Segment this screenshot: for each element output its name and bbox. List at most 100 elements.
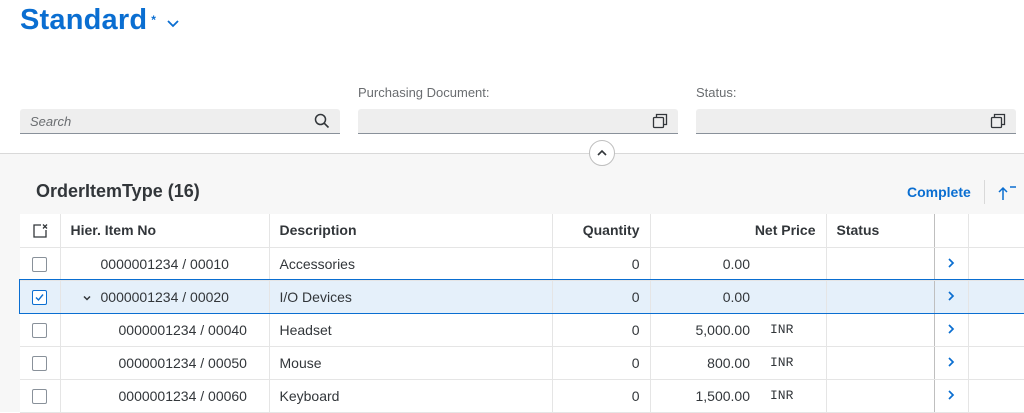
description-cell: Mouse bbox=[269, 346, 553, 380]
filter-bar: Standard * Purchasing Document: Status: bbox=[0, 0, 1024, 153]
select-all-icon[interactable] bbox=[32, 223, 48, 239]
row-select-cell[interactable] bbox=[20, 379, 61, 413]
search-icon[interactable] bbox=[314, 113, 330, 129]
net-price-cell: 0.00 bbox=[650, 280, 760, 314]
description-cell: Accessories bbox=[269, 247, 553, 281]
currency-cell bbox=[760, 247, 827, 281]
status-cell bbox=[826, 346, 935, 380]
column-header-nav bbox=[934, 214, 969, 248]
chevron-right-icon[interactable] bbox=[946, 257, 956, 269]
status-cell bbox=[826, 247, 935, 281]
purchasing-document-label: Purchasing Document: bbox=[358, 85, 490, 100]
table-title: OrderItemType (16) bbox=[36, 181, 200, 201]
row-checkbox[interactable] bbox=[32, 355, 48, 371]
table-row[interactable]: 0000001234 / 00020 I/O Devices 0 0.00 bbox=[18, 279, 1024, 314]
toolbar-separator bbox=[984, 180, 985, 204]
status-filter-input[interactable] bbox=[696, 109, 1016, 133]
purchasing-document-input[interactable] bbox=[358, 109, 678, 133]
row-checkbox[interactable] bbox=[32, 322, 48, 338]
value-help-icon[interactable] bbox=[990, 113, 1006, 129]
complete-button[interactable]: Complete bbox=[907, 184, 971, 200]
chevron-right-icon[interactable] bbox=[946, 389, 956, 401]
row-navigation[interactable] bbox=[934, 313, 969, 347]
net-price-cell: 800.00 bbox=[650, 346, 760, 380]
quantity-cell: 0 bbox=[552, 247, 651, 281]
column-header-net-price[interactable]: Net Price bbox=[650, 214, 827, 248]
table-row[interactable]: 0000001234 / 00040 Headset 0 5,000.00 IN… bbox=[20, 313, 1024, 347]
column-header-hier-item-no[interactable]: Hier. Item No bbox=[60, 214, 270, 248]
chevron-right-icon[interactable] bbox=[946, 323, 956, 335]
row-spacer bbox=[968, 280, 1024, 314]
chevron-up-icon bbox=[597, 149, 607, 156]
row-select-cell[interactable] bbox=[20, 247, 61, 281]
order-items-table: Hier. Item No Description Quantity Net P… bbox=[18, 214, 1024, 413]
search-input[interactable] bbox=[20, 109, 340, 133]
row-spacer bbox=[968, 247, 1024, 281]
value-help-icon[interactable] bbox=[652, 113, 668, 129]
net-price-cell: 1,500.00 bbox=[650, 379, 760, 413]
row-navigation[interactable] bbox=[934, 346, 969, 380]
row-navigation[interactable] bbox=[934, 379, 969, 413]
description-cell: I/O Devices bbox=[269, 280, 553, 314]
description-cell: Headset bbox=[269, 313, 553, 347]
status-cell bbox=[826, 379, 935, 413]
hier-item-no: 0000001234 / 00020 bbox=[100, 288, 229, 305]
table-header-row: Hier. Item No Description Quantity Net P… bbox=[20, 214, 1024, 248]
variant-title-text[interactable]: Standard bbox=[20, 4, 147, 37]
table-body: 0000001234 / 00010 Accessories 0 0.00 00… bbox=[18, 247, 1024, 413]
table-row[interactable]: 0000001234 / 00060 Keyboard 0 1,500.00 I… bbox=[20, 379, 1024, 413]
chevron-right-icon[interactable] bbox=[946, 290, 956, 302]
description-cell: Keyboard bbox=[269, 379, 553, 413]
hier-item-no: 0000001234 / 00060 bbox=[118, 387, 247, 404]
column-header-description[interactable]: Description bbox=[269, 214, 553, 248]
modified-marker: * bbox=[151, 13, 156, 27]
hier-item-no-cell: 0000001234 / 00040 bbox=[60, 313, 270, 347]
quantity-cell: 0 bbox=[552, 346, 651, 380]
sort-icon[interactable] bbox=[996, 184, 1018, 202]
chevron-down-icon[interactable] bbox=[81, 292, 93, 304]
row-checkbox[interactable] bbox=[32, 388, 48, 404]
net-price-cell: 5,000.00 bbox=[650, 313, 760, 347]
row-checkbox[interactable] bbox=[32, 256, 48, 272]
hier-item-no-cell: 0000001234 / 00050 bbox=[60, 346, 270, 380]
row-spacer bbox=[968, 346, 1024, 380]
hier-item-no-cell: 0000001234 / 00010 bbox=[60, 247, 270, 281]
row-navigation[interactable] bbox=[934, 247, 969, 281]
select-all-cell[interactable] bbox=[20, 214, 61, 248]
column-header-quantity[interactable]: Quantity bbox=[552, 214, 651, 248]
purchasing-document-field[interactable] bbox=[358, 109, 678, 134]
hier-item-no: 0000001234 / 00040 bbox=[118, 321, 247, 338]
row-select-cell[interactable] bbox=[20, 280, 61, 314]
hier-item-no: 0000001234 / 00050 bbox=[118, 354, 247, 371]
currency-cell: INR bbox=[760, 346, 827, 380]
hier-item-no-cell: 0000001234 / 00020 bbox=[60, 280, 270, 314]
checkmark-icon bbox=[35, 293, 44, 301]
row-select-cell[interactable] bbox=[20, 346, 61, 380]
status-cell bbox=[826, 280, 935, 314]
status-filter-field[interactable] bbox=[696, 109, 1016, 134]
chevron-down-icon[interactable] bbox=[166, 16, 180, 30]
column-header-spacer bbox=[968, 214, 1024, 248]
hier-item-no-cell: 0000001234 / 00060 bbox=[60, 379, 270, 413]
table-row[interactable]: 0000001234 / 00010 Accessories 0 0.00 bbox=[20, 247, 1024, 281]
row-select-cell[interactable] bbox=[20, 313, 61, 347]
collapse-header-button[interactable] bbox=[589, 140, 615, 166]
currency-cell: INR bbox=[760, 379, 827, 413]
status-cell bbox=[826, 313, 935, 347]
row-checkbox-checked[interactable] bbox=[32, 289, 48, 305]
search-field[interactable] bbox=[20, 109, 340, 134]
net-price-cell: 0.00 bbox=[650, 247, 760, 281]
currency-cell: INR bbox=[760, 313, 827, 347]
row-spacer bbox=[968, 379, 1024, 413]
hier-item-no: 0000001234 / 00010 bbox=[100, 255, 229, 272]
row-spacer bbox=[968, 313, 1024, 347]
status-filter-label: Status: bbox=[696, 85, 737, 100]
quantity-cell: 0 bbox=[552, 313, 651, 347]
quantity-cell: 0 bbox=[552, 379, 651, 413]
chevron-right-icon[interactable] bbox=[946, 356, 956, 368]
quantity-cell: 0 bbox=[552, 280, 651, 314]
column-header-status[interactable]: Status bbox=[826, 214, 935, 248]
row-navigation[interactable] bbox=[934, 280, 969, 314]
variant-title[interactable]: Standard * bbox=[20, 4, 180, 37]
table-row[interactable]: 0000001234 / 00050 Mouse 0 800.00 INR bbox=[20, 346, 1024, 380]
